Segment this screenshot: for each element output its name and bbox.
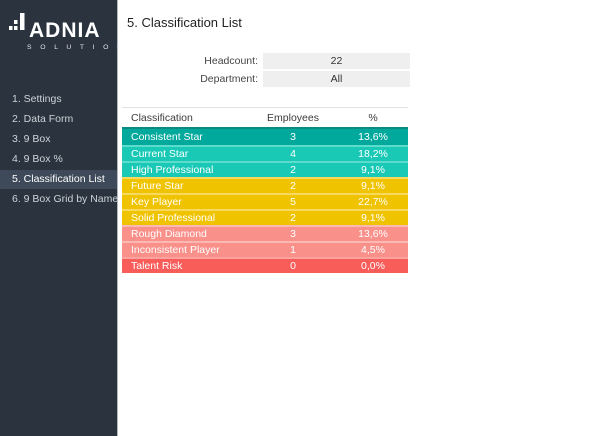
cell-classification: Key Player xyxy=(122,196,248,208)
column-header-percent: % xyxy=(338,112,408,124)
column-header-employees: Employees xyxy=(248,112,338,124)
table-row: Future Star29,1% xyxy=(122,177,408,193)
table-body: Consistent Star313,6%Current Star418,2%H… xyxy=(122,129,408,273)
cell-percent: 9,1% xyxy=(338,212,408,224)
sidebar-item-data-form[interactable]: 2. Data Form xyxy=(0,110,117,129)
cell-classification: Consistent Star xyxy=(122,131,248,143)
sidebar: ADNIA S O L U T I O N S 1. Settings2. Da… xyxy=(0,0,118,436)
sidebar-item-nine-box-grid-by-name[interactable]: 6. 9 Box Grid by Name xyxy=(0,190,117,209)
cell-percent: 13,6% xyxy=(338,228,408,240)
cell-employees: 5 xyxy=(248,196,338,208)
brand-tagline: S O L U T I O N S xyxy=(27,44,111,51)
table-row: Rough Diamond313,6% xyxy=(122,225,408,241)
cell-employees: 4 xyxy=(248,148,338,160)
table-row: Inconsistent Player14,5% xyxy=(122,241,408,257)
department-filter[interactable]: All xyxy=(263,71,410,87)
cell-classification: Rough Diamond xyxy=(122,228,248,240)
cell-employees: 0 xyxy=(248,260,338,272)
cell-employees: 2 xyxy=(248,180,338,192)
table-row: Current Star418,2% xyxy=(122,145,408,161)
table-row: Talent Risk00,0% xyxy=(122,257,408,273)
cell-employees: 1 xyxy=(248,244,338,256)
cell-classification: Talent Risk xyxy=(122,260,248,272)
cell-classification: Inconsistent Player xyxy=(122,244,248,256)
cell-employees: 2 xyxy=(248,164,338,176)
page-title: 5. Classification List xyxy=(127,15,242,30)
cell-percent: 9,1% xyxy=(338,164,408,176)
cell-percent: 13,6% xyxy=(338,131,408,143)
cell-employees: 3 xyxy=(248,131,338,143)
sidebar-item-nine-box-pct[interactable]: 4. 9 Box % xyxy=(0,150,117,169)
headcount-label: Headcount: xyxy=(119,53,258,69)
sidebar-item-nine-box[interactable]: 3. 9 Box xyxy=(0,130,117,149)
cell-percent: 18,2% xyxy=(338,148,408,160)
cell-employees: 2 xyxy=(248,212,338,224)
cell-percent: 0,0% xyxy=(338,260,408,272)
sidebar-item-classification-list[interactable]: 5. Classification List xyxy=(0,170,117,189)
brand-logo: ADNIA S O L U T I O N S xyxy=(0,0,117,51)
bar-chart-icon xyxy=(9,13,25,39)
cell-classification: Future Star xyxy=(122,180,248,192)
table-row: Key Player522,7% xyxy=(122,193,408,209)
table-row: Consistent Star313,6% xyxy=(122,129,408,145)
cell-employees: 3 xyxy=(248,228,338,240)
sidebar-item-settings[interactable]: 1. Settings xyxy=(0,90,117,109)
cell-classification: Current Star xyxy=(122,148,248,160)
column-header-classification: Classification xyxy=(122,112,248,124)
main-content: 5. Classification List Headcount: 22 Dep… xyxy=(119,0,600,436)
table-row: High Professional29,1% xyxy=(122,161,408,177)
cell-classification: Solid Professional xyxy=(122,212,248,224)
cell-classification: High Professional xyxy=(122,164,248,176)
sidebar-menu: 1. Settings2. Data Form3. 9 Box4. 9 Box … xyxy=(0,90,117,210)
cell-percent: 4,5% xyxy=(338,244,408,256)
cell-percent: 9,1% xyxy=(338,180,408,192)
table-row: Solid Professional29,1% xyxy=(122,209,408,225)
department-label: Department: xyxy=(119,71,258,87)
classification-table: Classification Employees % Consistent St… xyxy=(122,107,408,273)
headcount-value: 22 xyxy=(263,53,410,69)
cell-percent: 22,7% xyxy=(338,196,408,208)
table-header-row: Classification Employees % xyxy=(122,107,408,129)
brand-name: ADNIA xyxy=(29,21,101,40)
